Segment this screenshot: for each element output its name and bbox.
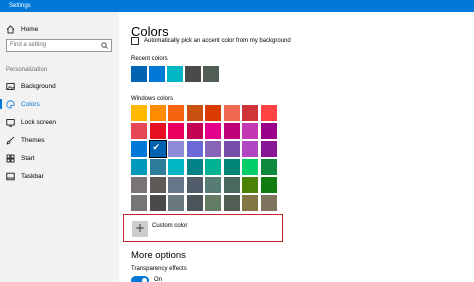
windows-color-swatch[interactable] xyxy=(223,123,240,139)
auto-accent-checkbox[interactable] xyxy=(131,37,139,45)
windows-color-swatch[interactable] xyxy=(186,123,203,139)
search-icon[interactable] xyxy=(101,42,108,54)
windows-color-swatch[interactable] xyxy=(242,141,258,157)
windows-color-swatch[interactable] xyxy=(260,195,277,211)
sidebar-item-label: Taskbar xyxy=(21,172,44,180)
plus-icon: + xyxy=(134,221,146,235)
sidebar-item-label: Start xyxy=(21,154,35,162)
sidebar-item-label: Colors xyxy=(21,100,40,108)
windows-color-swatch[interactable] xyxy=(242,177,258,193)
sidebar-item-lock-screen[interactable]: Lock screen xyxy=(0,115,119,129)
windows-color-swatch[interactable] xyxy=(168,159,184,175)
toggle-knob xyxy=(142,278,147,282)
windows-color-swatch[interactable] xyxy=(131,195,147,211)
recent-color-swatch[interactable] xyxy=(167,66,183,82)
windows-color-swatch[interactable] xyxy=(205,195,221,211)
active-indicator xyxy=(0,99,2,109)
recent-color-swatch[interactable] xyxy=(149,66,165,82)
windows-color-swatch[interactable] xyxy=(223,177,240,193)
windows-color-swatch[interactable] xyxy=(168,141,184,157)
section-title: Personalization xyxy=(6,67,48,73)
windows-color-swatch[interactable] xyxy=(149,123,166,139)
sidebar-item-background[interactable]: Background xyxy=(0,79,119,93)
windows-color-swatch[interactable] xyxy=(149,159,166,175)
recent-colors-label: Recent colors xyxy=(131,56,168,62)
windows-color-swatch[interactable] xyxy=(223,105,240,121)
windows-color-swatch[interactable] xyxy=(149,105,166,121)
home-icon xyxy=(6,24,15,34)
recent-color-swatch[interactable] xyxy=(131,66,147,82)
windows-color-swatch[interactable] xyxy=(223,159,240,175)
windows-color-swatch[interactable] xyxy=(242,195,258,211)
more-options-title: More options xyxy=(131,250,186,261)
windows-color-swatch[interactable]: ✔ xyxy=(148,140,167,158)
windows-color-swatch[interactable] xyxy=(205,159,221,175)
picture-icon xyxy=(6,82,15,91)
start-icon xyxy=(6,154,15,163)
windows-color-swatch[interactable] xyxy=(260,105,277,121)
search-placeholder: Find a setting xyxy=(10,42,47,48)
brush-icon xyxy=(6,136,15,145)
recent-color-swatch[interactable] xyxy=(203,66,219,82)
custom-color-label: Custom color xyxy=(152,223,188,229)
windows-color-swatch[interactable] xyxy=(242,105,258,121)
windows-color-swatch[interactable] xyxy=(149,195,166,211)
windows-color-swatch[interactable] xyxy=(242,159,258,175)
windows-color-swatch[interactable] xyxy=(186,177,203,193)
windows-color-swatch[interactable] xyxy=(186,105,203,121)
windows-color-swatch[interactable] xyxy=(131,105,147,121)
windows-color-swatch[interactable] xyxy=(131,141,147,157)
sidebar-item-label: Background xyxy=(21,82,56,90)
recent-color-swatch[interactable] xyxy=(185,66,201,82)
auto-accent-option[interactable]: Automatically pick an accent color from … xyxy=(131,37,291,45)
windows-color-swatch[interactable] xyxy=(260,177,277,193)
checkmark-icon: ✔ xyxy=(152,143,161,153)
sidebar-item-label: Home xyxy=(21,25,39,33)
windows-color-swatch[interactable] xyxy=(205,177,221,193)
windows-color-swatch[interactable] xyxy=(260,141,277,157)
windows-color-swatch[interactable] xyxy=(149,177,166,193)
sidebar-item-start[interactable]: Start xyxy=(0,151,119,165)
sidebar-item-colors[interactable]: Colors xyxy=(0,97,119,111)
windows-color-swatch[interactable] xyxy=(186,195,203,211)
transparency-label: Transparency effects xyxy=(131,266,187,272)
windows-color-swatch[interactable] xyxy=(168,123,184,139)
windows-color-swatch[interactable] xyxy=(131,123,147,139)
taskbar-icon xyxy=(6,172,15,181)
windows-color-swatch[interactable] xyxy=(186,141,203,157)
windows-colors-label: Windows colors xyxy=(131,96,174,102)
sidebar-item-label: Themes xyxy=(21,136,45,144)
lock-screen-icon xyxy=(6,118,15,127)
sidebar-item-label: Lock screen xyxy=(21,118,57,126)
windows-color-swatch[interactable] xyxy=(205,141,221,157)
windows-color-swatch[interactable] xyxy=(131,177,147,193)
sidebar-item-taskbar[interactable]: Taskbar xyxy=(0,169,119,183)
sidebar-item-home[interactable]: Home xyxy=(0,22,119,36)
windows-color-swatch[interactable] xyxy=(168,195,184,211)
windows-color-swatch[interactable] xyxy=(205,123,221,139)
windows-color-swatch[interactable] xyxy=(186,159,203,175)
windows-color-swatch[interactable] xyxy=(223,195,240,211)
windows-color-swatch[interactable] xyxy=(205,105,221,121)
windows-color-swatch[interactable] xyxy=(260,159,277,175)
auto-accent-label: Automatically pick an accent color from … xyxy=(144,38,291,44)
windows-color-swatch[interactable] xyxy=(260,123,277,139)
custom-color-button[interactable]: + xyxy=(132,221,148,237)
windows-color-swatch[interactable] xyxy=(223,141,240,157)
search-input[interactable]: Find a setting xyxy=(6,39,112,52)
windows-color-swatch[interactable] xyxy=(131,159,147,175)
window-title: Settings xyxy=(9,3,31,9)
title-bar: Settings xyxy=(0,0,474,12)
sidebar: Home Find a setting Personalization Back… xyxy=(0,12,119,282)
windows-color-swatch[interactable] xyxy=(242,123,258,139)
windows-color-swatch[interactable] xyxy=(168,105,184,121)
windows-color-swatch[interactable] xyxy=(168,177,184,193)
transparency-value: On xyxy=(154,277,163,282)
sidebar-item-themes[interactable]: Themes xyxy=(0,133,119,147)
palette-icon xyxy=(6,99,15,109)
transparency-toggle[interactable] xyxy=(131,276,149,282)
